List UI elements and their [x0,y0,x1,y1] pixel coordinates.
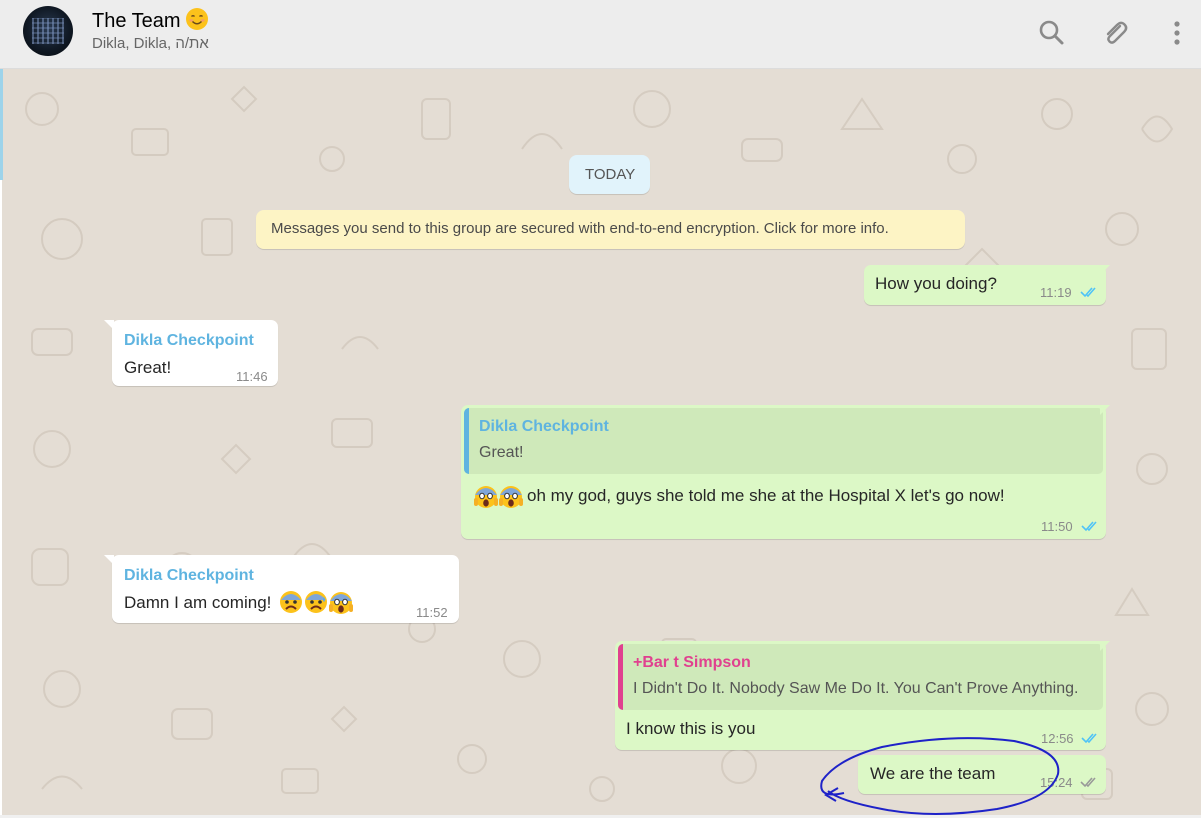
message-text: We are the team [870,764,996,783]
message-text: How you doing? [875,274,997,293]
read-receipt-icon [1081,733,1097,744]
search-icon[interactable] [1037,18,1067,48]
message-outgoing[interactable]: How you doing? 11:19 [864,265,1110,305]
chat-title[interactable]: The Team [92,7,209,33]
message-time: 11:52 [416,605,448,620]
message-time: 11:19 [1040,285,1072,300]
message-text: oh my god, guys she told me she at the H… [527,486,1005,505]
message-text: Great! [124,358,172,377]
chat-header[interactable]: The Team Dikla, Dikla, את/ה [0,0,1201,69]
sender-name[interactable]: Dikla Checkpoint [124,567,254,585]
read-receipt-icon [1080,287,1096,298]
group-avatar[interactable] [23,6,73,56]
quoted-sender: Dikla Checkpoint [479,418,609,435]
message-outgoing-reply[interactable]: Dikla Checkpoint Great! oh my god, guys … [461,405,1110,539]
message-time: 12:56 [1041,731,1074,746]
quoted-sender: +Bar t Simpson [633,654,751,671]
message-time: 15:24 [1040,775,1073,790]
encryption-notice-text: Messages you send to this group are secu… [271,220,889,237]
quoted-message[interactable]: +Bar t Simpson I Didn't Do It. Nobody Sa… [618,644,1103,710]
message-incoming[interactable]: Dikla Checkpoint Damn I am coming! 11:52 [104,555,459,623]
participants-list: Dikla, Dikla, את/ה [92,35,209,52]
message-text: I know this is you [626,719,756,738]
scream-emoji [329,592,353,614]
chat-title-text: The Team [92,10,181,32]
delivered-receipt-icon [1080,777,1096,788]
smiling-face-emoji [185,8,208,30]
scream-emoji [499,486,523,508]
message-time: 11:50 [1041,519,1073,534]
left-edge-strip [0,69,3,180]
attach-icon[interactable] [1100,18,1130,48]
scream-emoji [474,486,498,508]
read-receipt-icon [1081,521,1097,532]
menu-icon[interactable] [1162,18,1192,48]
anxious-face-emoji [305,591,327,613]
message-outgoing-reply[interactable]: +Bar t Simpson I Didn't Do It. Nobody Sa… [615,641,1110,750]
date-divider: TODAY [569,155,650,194]
message-time: 11:46 [236,369,268,384]
sender-name[interactable]: Dikla Checkpoint [124,332,254,350]
message-text: Damn I am coming! [124,593,272,612]
message-outgoing[interactable]: We are the team 15:24 [858,755,1106,794]
message-incoming[interactable]: Dikla Checkpoint Great! 11:46 [104,320,278,386]
quoted-text: I Didn't Do It. Nobody Saw Me Do It. You… [633,680,1079,697]
quoted-text: Great! [479,444,524,461]
quoted-message[interactable]: Dikla Checkpoint Great! [464,408,1103,474]
fearful-face-emoji [280,591,302,613]
date-label: TODAY [585,166,636,183]
encryption-notice[interactable]: Messages you send to this group are secu… [256,210,965,249]
message-list[interactable]: TODAY Messages you send to this group ar… [2,69,1201,815]
